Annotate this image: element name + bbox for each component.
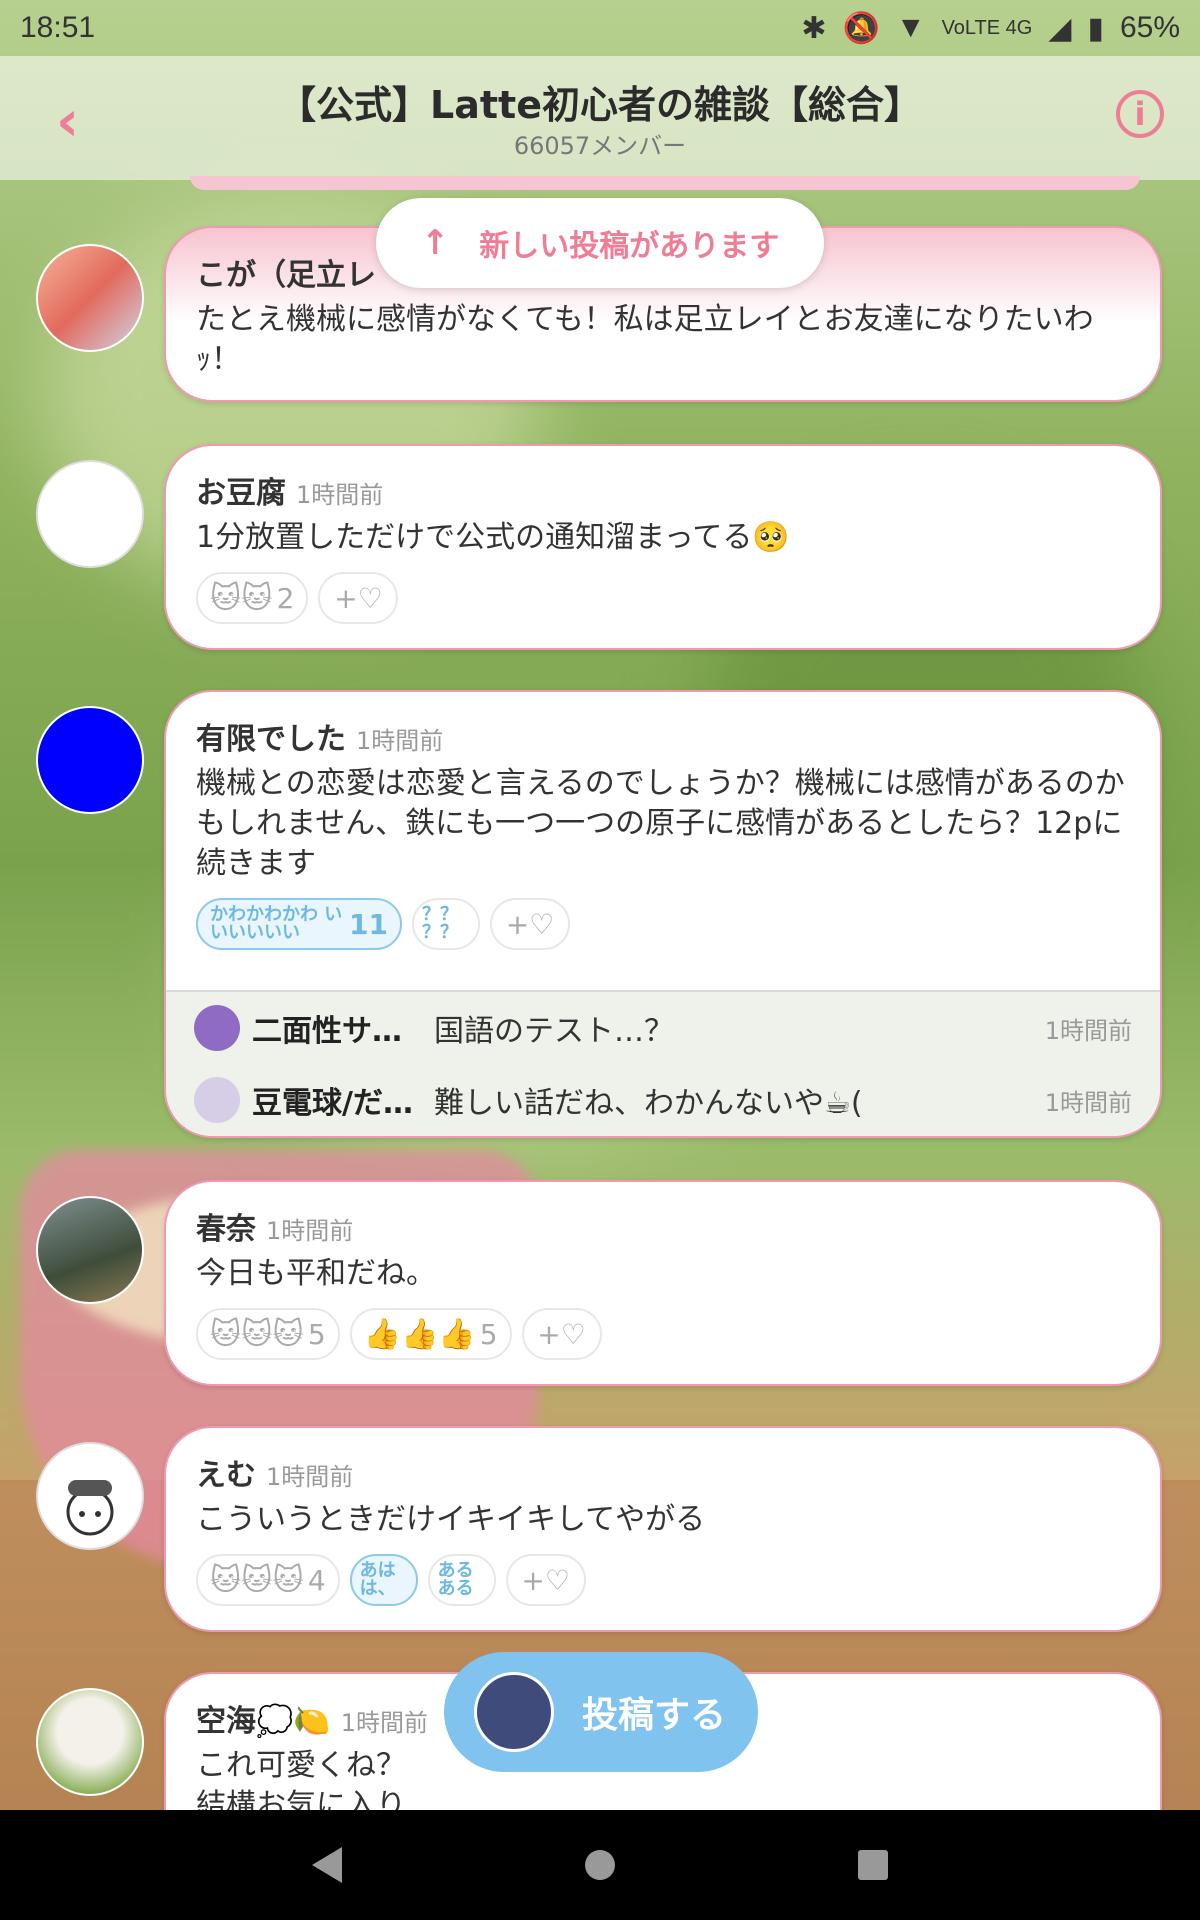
bluetooth-icon: ✱: [801, 11, 827, 45]
reaction-count: 11: [349, 907, 388, 941]
heart-plus-icon: +♡: [521, 1563, 570, 1597]
drawing-avatar-icon: [66, 1480, 114, 1536]
post-card[interactable]: お豆腐 1時間前 1分放置しただけで公式の通知溜まってる🥺 🐱🐱 2 +♡: [164, 444, 1162, 650]
post-time: 1時間前: [340, 1709, 428, 1737]
avatar[interactable]: [36, 706, 144, 814]
reply-message: 国語のテスト…？: [434, 1014, 674, 1049]
wifi-icon: ▼: [895, 11, 926, 44]
status-bar: 18:51 ✱ 🔕 ▼ VoLTE 4G ◢ ▮ 65%: [0, 0, 1200, 56]
nav-back-icon[interactable]: [311, 1847, 342, 1883]
heart-plus-icon: +♡: [505, 907, 555, 941]
new-posts-label: 新しい投稿があります: [479, 229, 780, 264]
nav-home-icon[interactable]: [584, 1850, 615, 1880]
arrow-up-icon: ↑: [420, 223, 450, 263]
avatar[interactable]: [36, 1196, 144, 1304]
add-reaction-button[interactable]: +♡: [505, 1554, 586, 1606]
reply-thread[interactable]: 二面性サ… 国語のテスト…？ 1時間前 豆電球/だ… 難しい話だね、わかんないや…: [166, 990, 1160, 1136]
previous-card-edge: [190, 176, 1140, 190]
user-avatar: [474, 1672, 554, 1752]
reaction-chip[interactable]: 👍👍👍 5: [349, 1308, 512, 1360]
reply-author: 二面性サ…: [252, 1014, 402, 1049]
reaction-chip[interactable]: ある ある: [427, 1554, 496, 1606]
post-card[interactable]: 有限でした 1時間前 機械との恋愛は恋愛と言えるのでしょうか？機械には感情がある…: [164, 690, 1162, 1138]
post-time: 1時間前: [356, 727, 444, 755]
reply-avatar: [194, 1005, 240, 1051]
post-time: 1時間前: [296, 481, 384, 509]
new-posts-toast[interactable]: ↑ 新しい投稿があります: [376, 198, 824, 288]
reply-author: 豆電球/だ…: [252, 1086, 413, 1121]
cat-emoji-icon: 🐱🐱: [210, 580, 273, 616]
reaction-count: 4: [307, 1563, 326, 1597]
add-reaction-button[interactable]: +♡: [490, 898, 570, 950]
heart-plus-icon: +♡: [334, 581, 383, 615]
post-author[interactable]: お豆腐: [196, 468, 286, 512]
add-reaction-button[interactable]: +♡: [318, 572, 399, 624]
post-message: 機械との恋愛は恋愛と言えるのでしょうか？機械には感情があるのかもしれません、鉄に…: [196, 766, 1125, 881]
post-message: たとえ機械に感情がなくても！私は足立レイとお友達になりたいわｯ！: [196, 302, 1094, 377]
reaction-count: 5: [479, 1317, 498, 1351]
add-reaction-button[interactable]: +♡: [521, 1308, 602, 1360]
reaction-chip[interactable]: 🐱🐱🐱 5: [196, 1308, 340, 1360]
reaction-chip[interactable]: あは は、: [349, 1554, 418, 1606]
avatar[interactable]: [36, 244, 144, 352]
reply-avatar: [194, 1077, 240, 1123]
post-message: 今日も平和だね。: [196, 1256, 436, 1291]
post-time: 1時間前: [266, 1463, 354, 1491]
post-author[interactable]: 空海💭🍋: [196, 1696, 331, 1740]
heart-plus-icon: +♡: [537, 1317, 586, 1351]
info-button[interactable]: i: [1116, 90, 1164, 138]
reaction-sticker: ？？ ？？: [422, 904, 458, 943]
mute-icon: 🔕: [842, 11, 880, 45]
reply-item[interactable]: 二面性サ… 国語のテスト…？ 1時間前: [166, 992, 1160, 1064]
thumbs-up-icon: 👍👍👍: [363, 1316, 476, 1352]
post-card[interactable]: 春奈 1時間前 今日も平和だね。 🐱🐱🐱 5 👍👍👍 5 +♡: [164, 1180, 1162, 1386]
reply-item[interactable]: 豆電球/だ… 難しい話だね、わかんないや☕( 1時間前: [166, 1064, 1160, 1136]
post-button-label: 投稿する: [582, 1695, 727, 1736]
battery-percent: 65%: [1119, 11, 1180, 44]
post-card[interactable]: えむ 1時間前 こういうときだけイキイキしてやがる 🐱🐱🐱 4 あは は、 ある…: [164, 1426, 1162, 1632]
post-message: 1分放置しただけで公式の通知溜まってる🥺: [196, 520, 790, 555]
cat-emoji-icon: 🐱🐱🐱: [210, 1316, 304, 1352]
post-button[interactable]: 投稿する: [444, 1652, 758, 1772]
reply-time: 1時間前: [1044, 1016, 1132, 1045]
reply-time: 1時間前: [1044, 1088, 1132, 1117]
post-author[interactable]: えむ: [196, 1450, 256, 1494]
reaction-chip[interactable]: ？？ ？？: [412, 898, 480, 950]
reaction-count: 2: [276, 581, 295, 615]
page-title: 【公式】Latte初心者の雑談【総合】: [278, 83, 922, 127]
member-count: 66057メンバー: [513, 132, 687, 160]
reaction-count: 5: [307, 1317, 326, 1351]
reaction-chip[interactable]: かわかわかわ いいいいいい 11: [196, 898, 402, 950]
reply-message: 難しい話だね、わかんないや☕(: [434, 1086, 863, 1121]
reaction-sticker: あは は、: [359, 1560, 396, 1599]
battery-icon: ▮: [1087, 11, 1104, 45]
post-author[interactable]: 春奈: [196, 1204, 256, 1248]
post-time: 1時間前: [266, 1217, 354, 1245]
network-indicator: VoLTE 4G: [941, 16, 1033, 39]
app-header: ‹ 【公式】Latte初心者の雑談【総合】 66057メンバー i: [0, 56, 1200, 180]
status-time: 18:51: [20, 11, 96, 44]
post-message: こういうときだけイキイキしてやがる: [196, 1502, 706, 1537]
system-nav-bar: [0, 1810, 1200, 1920]
info-icon: i: [1134, 95, 1146, 133]
signal-icon: ◢: [1048, 11, 1072, 45]
avatar[interactable]: [36, 460, 144, 568]
avatar[interactable]: [36, 1442, 144, 1550]
post-author[interactable]: こが（足立レ: [196, 250, 376, 294]
nav-recents-icon[interactable]: [858, 1850, 889, 1880]
reaction-sticker: ある ある: [437, 1560, 474, 1599]
reaction-sticker: かわかわかわ いいいいいい: [210, 904, 343, 943]
reaction-chip[interactable]: 🐱🐱🐱 4: [196, 1554, 340, 1606]
cat-emoji-icon: 🐱🐱🐱: [210, 1562, 304, 1598]
post-author[interactable]: 有限でした: [196, 714, 346, 758]
avatar[interactable]: [36, 1688, 144, 1796]
reaction-chip[interactable]: 🐱🐱 2: [196, 572, 309, 624]
